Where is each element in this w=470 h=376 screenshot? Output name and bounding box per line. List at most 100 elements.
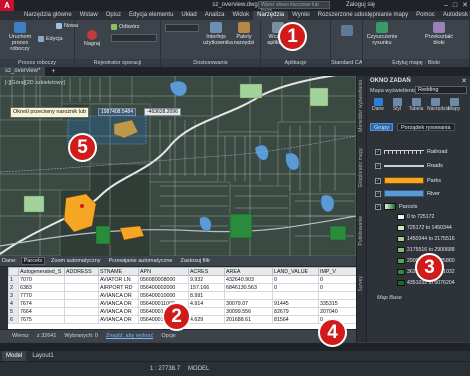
table-cell[interactable]: 4.629: [188, 315, 225, 324]
table-cell[interactable]: 7675: [18, 315, 65, 324]
ribbon-tab[interactable]: Wstaw: [76, 11, 102, 20]
row-number[interactable]: 3: [8, 291, 19, 300]
table-cell[interactable]: 82679: [272, 307, 319, 316]
column-header[interactable]: ACRES: [188, 267, 225, 276]
coordinate-y-input[interactable]: -463638.2096: [144, 108, 181, 116]
table-cell[interactable]: 0: [318, 283, 356, 292]
apply-filter-button[interactable]: Zastosuj filtr: [178, 257, 212, 265]
map-canvas[interactable]: [0, 76, 356, 256]
layer-visibility-checkbox[interactable]: ✓: [375, 177, 381, 184]
table-cell[interactable]: 91445: [272, 299, 319, 308]
row-header-corner[interactable]: [8, 267, 19, 276]
table-cell[interactable]: 7770: [18, 291, 65, 300]
auto-scroll-button[interactable]: Przewijanie automatyczne: [107, 257, 175, 265]
close-icon[interactable]: ✕: [462, 0, 468, 11]
ribbon-tab[interactable]: Autodesk 360: [439, 11, 470, 20]
layer-visibility-checkbox[interactable]: ✓: [375, 203, 381, 210]
table-cell[interactable]: 8.991: [188, 291, 225, 300]
map-base-group[interactable]: Map Base: [377, 295, 402, 301]
record-button[interactable]: Nagraj: [78, 30, 106, 47]
table-cell[interactable]: AIRPORT RD: [98, 283, 139, 292]
layer-item[interactable]: ✓ Parks: [375, 177, 441, 184]
side-strip-tab[interactable]: Eksplorator mapy: [358, 148, 364, 187]
ribbon-tab[interactable]: Układ: [177, 11, 200, 20]
table-cell[interactable]: AVIANCA DR: [98, 307, 139, 316]
table-cell[interactable]: 6846130.563: [224, 283, 273, 292]
layer-item[interactable]: ✓ Roads: [375, 163, 443, 169]
table-cell[interactable]: 056080008000: [138, 275, 189, 284]
row-number[interactable]: 5: [8, 307, 19, 316]
row-number[interactable]: 4: [8, 299, 19, 308]
ribbon-tab[interactable]: Edycja elementu: [125, 11, 177, 20]
side-strip-tab[interactable]: Survey: [358, 276, 364, 292]
table-cell[interactable]: 0: [318, 275, 356, 284]
task-pane-tool-button[interactable]: Dane: [370, 98, 386, 116]
table-cell[interactable]: [272, 291, 319, 300]
find-to-select-link[interactable]: Znajdź, aby wybrać: [106, 333, 153, 339]
table-cell[interactable]: 30099.556: [224, 307, 273, 316]
tool-palettes-button[interactable]: Palety narzędzi: [231, 22, 257, 46]
command-line[interactable]: [0, 342, 470, 351]
layer-visibility-checkbox[interactable]: ✓: [375, 163, 381, 169]
draw-order-button[interactable]: Porządek rysowania: [396, 123, 455, 131]
table-cell[interactable]: 7664: [18, 307, 65, 316]
table-cell[interactable]: 30079.07: [224, 299, 273, 308]
task-pane-tool-button[interactable]: Narzędzia: [427, 98, 450, 116]
column-header[interactable]: ADDRESS: [64, 267, 99, 276]
model-space-toggle[interactable]: MODEL: [188, 366, 209, 372]
table-cell[interactable]: [224, 291, 273, 300]
layer-item[interactable]: ✓ Parcels: [375, 203, 417, 210]
table-cell[interactable]: 81564: [272, 315, 319, 324]
table-cell[interactable]: 335315: [318, 299, 356, 308]
edit-workflow-button[interactable]: Edycja: [38, 36, 63, 42]
ribbon-tab[interactable]: Opisz: [102, 11, 125, 20]
column-header[interactable]: AREA: [224, 267, 273, 276]
table-cell[interactable]: 056400002000: [138, 283, 189, 292]
data-table-side-handle[interactable]: [0, 267, 8, 329]
play-button[interactable]: Odtwórz: [111, 24, 139, 30]
table-cell[interactable]: AVIATOR LN: [98, 275, 139, 284]
table-row[interactable]: 3 7770 AVIANCA DR 056400010000 8.991: [8, 291, 356, 300]
layer-visibility-checkbox[interactable]: ✓: [375, 190, 381, 197]
run-workflow-button[interactable]: Uruchom proces roboczy: [2, 22, 38, 52]
user-interface-button[interactable]: Interfejs użytkownika: [203, 22, 233, 46]
tab-model[interactable]: Model: [2, 351, 27, 361]
table-cell[interactable]: [64, 315, 99, 324]
viewport-controls[interactable]: [-][Góra][2D szkieletowy]: [5, 80, 65, 86]
table-cell[interactable]: [64, 307, 99, 316]
drawing-cleanup-button[interactable]: Czyszczenie rysunku: [365, 22, 399, 46]
table-cell[interactable]: 201688.61: [224, 315, 273, 324]
macro-select[interactable]: [111, 34, 157, 42]
row-number[interactable]: 1: [8, 275, 19, 284]
table-cell[interactable]: AVIANCA DR: [98, 299, 139, 308]
table-cell[interactable]: 6383: [18, 283, 65, 292]
table-cell[interactable]: [64, 299, 99, 308]
table-row[interactable]: 2 6383 AIRPORT RD 056400002000 157.166 684613…: [8, 283, 356, 292]
column-header[interactable]: Autogenerated_S: [18, 267, 65, 276]
side-strip-tab[interactable]: Publikowanie: [358, 216, 364, 245]
column-header[interactable]: APN: [138, 267, 189, 276]
table-cell[interactable]: [188, 307, 225, 316]
convert-blocks-button[interactable]: Przekształć bloki: [419, 22, 459, 46]
ribbon-tab[interactable]: Pomoc: [412, 11, 439, 20]
task-pane-tool-button[interactable]: Tabela: [408, 98, 424, 116]
ribbon-tab[interactable]: Narzędzia główne: [20, 11, 76, 20]
table-cell[interactable]: AVIANCA DR: [98, 315, 139, 324]
table-cell[interactable]: 7070: [18, 275, 65, 284]
data-source-select[interactable]: Parcels: [20, 257, 46, 265]
table-cell[interactable]: AVIANCA DR: [98, 291, 139, 300]
table-cell[interactable]: 157.166: [188, 283, 225, 292]
side-strip-tab[interactable]: Menedżer wyświetlania: [358, 80, 364, 132]
scale-readout[interactable]: 1 : 27738.7: [150, 366, 180, 372]
table-cell[interactable]: 207040: [318, 307, 356, 316]
row-number[interactable]: 6: [8, 315, 19, 324]
table-cell[interactable]: 0: [272, 275, 319, 284]
document-tab[interactable]: sz_overview*: [0, 67, 47, 76]
map-viewport[interactable]: [0, 76, 356, 256]
column-header[interactable]: LAND_VALUE: [272, 267, 319, 276]
options-menu[interactable]: Opcje: [161, 333, 175, 339]
sign-in-link[interactable]: Zaloguj się: [346, 0, 375, 11]
ribbon-tab[interactable]: Analiza: [201, 11, 229, 20]
table-cell[interactable]: [64, 275, 99, 284]
new-tab-button[interactable]: +: [46, 67, 60, 76]
